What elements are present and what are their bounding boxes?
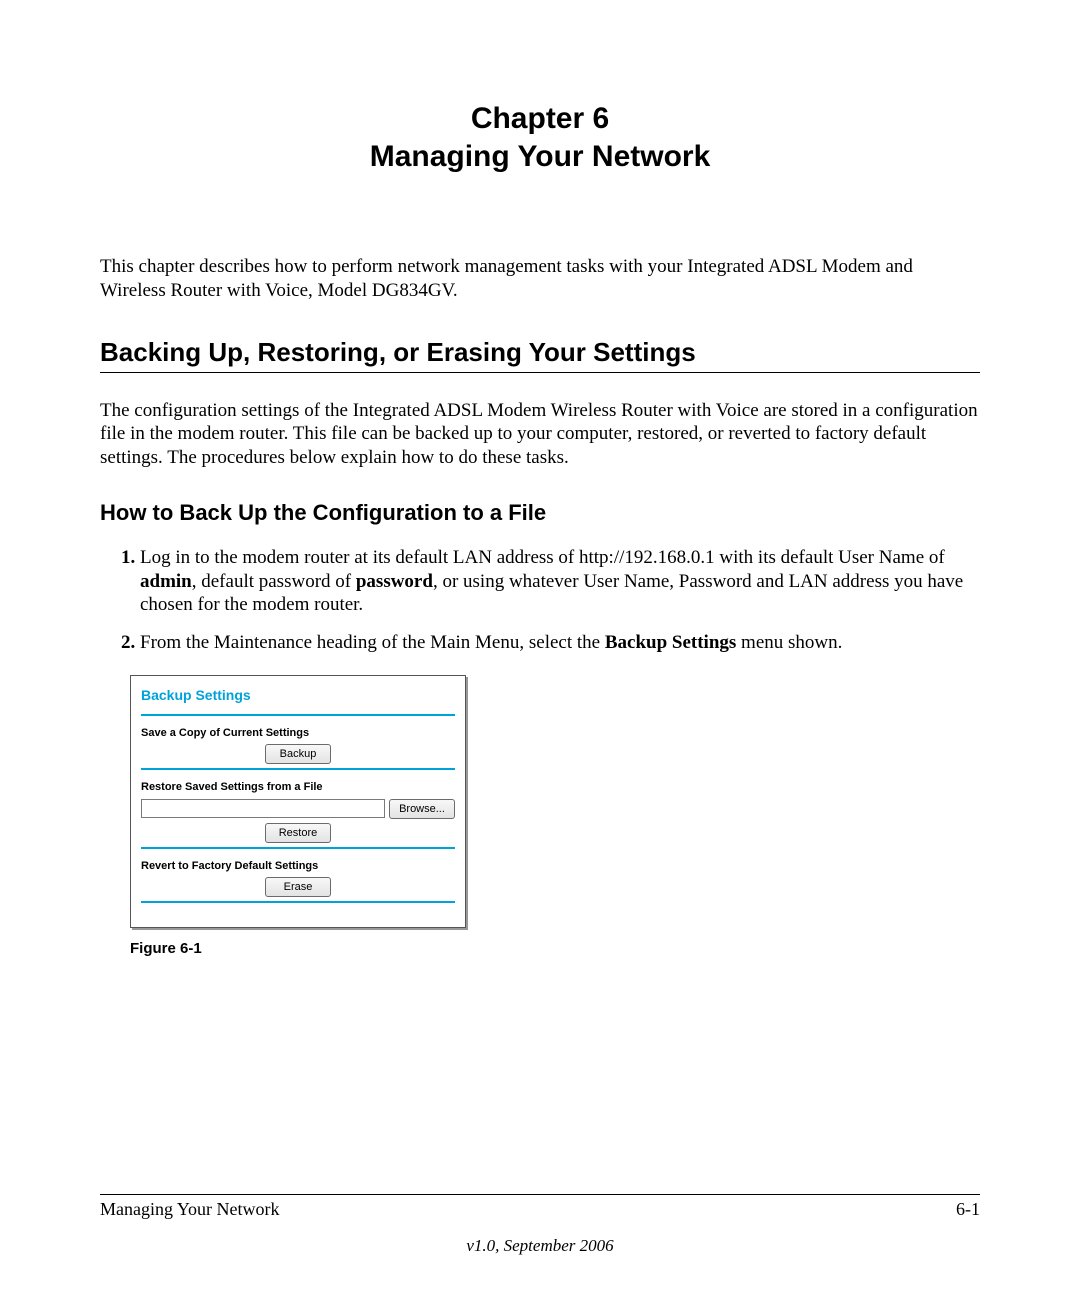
footer-chapter-name: Managing Your Network	[100, 1199, 280, 1220]
chapter-intro: This chapter describes how to perform ne…	[100, 255, 980, 303]
subsection-heading-backup-file: How to Back Up the Configuration to a Fi…	[100, 500, 980, 526]
panel-rule	[141, 714, 455, 716]
restore-label: Restore Saved Settings from a File	[141, 780, 455, 794]
panel-rule	[141, 901, 455, 903]
section-rule	[100, 372, 980, 373]
browse-button[interactable]: Browse...	[389, 799, 455, 819]
footer-version: v1.0, September 2006	[100, 1236, 980, 1256]
save-copy-label: Save a Copy of Current Settings	[141, 726, 455, 740]
steps-list: Log in to the modem router at its defaul…	[100, 546, 980, 655]
figure-caption: Figure 6-1	[130, 940, 980, 957]
step-1: Log in to the modem router at its defaul…	[140, 546, 980, 617]
backup-settings-panel: Backup Settings Save a Copy of Current S…	[130, 675, 466, 928]
chapter-name: Managing Your Network	[100, 138, 980, 176]
chapter-number: Chapter 6	[100, 100, 980, 138]
section-heading-backup: Backing Up, Restoring, or Erasing Your S…	[100, 337, 980, 368]
step-2: From the Maintenance heading of the Main…	[140, 631, 980, 655]
chapter-title: Chapter 6 Managing Your Network	[100, 100, 980, 175]
page-footer: Managing Your Network 6-1 v1.0, Septembe…	[100, 1194, 980, 1256]
restore-button[interactable]: Restore	[265, 823, 331, 843]
backup-button[interactable]: Backup	[265, 744, 331, 764]
panel-rule	[141, 847, 455, 849]
panel-title: Backup Settings	[141, 686, 455, 704]
panel-rule	[141, 768, 455, 770]
revert-label: Revert to Factory Default Settings	[141, 859, 455, 873]
restore-file-input[interactable]	[141, 799, 385, 818]
section-body-backup: The configuration settings of the Integr…	[100, 399, 980, 470]
erase-button[interactable]: Erase	[265, 877, 331, 897]
footer-page-number: 6-1	[956, 1199, 980, 1220]
footer-rule	[100, 1194, 980, 1195]
document-page: Chapter 6 Managing Your Network This cha…	[0, 0, 1080, 1296]
